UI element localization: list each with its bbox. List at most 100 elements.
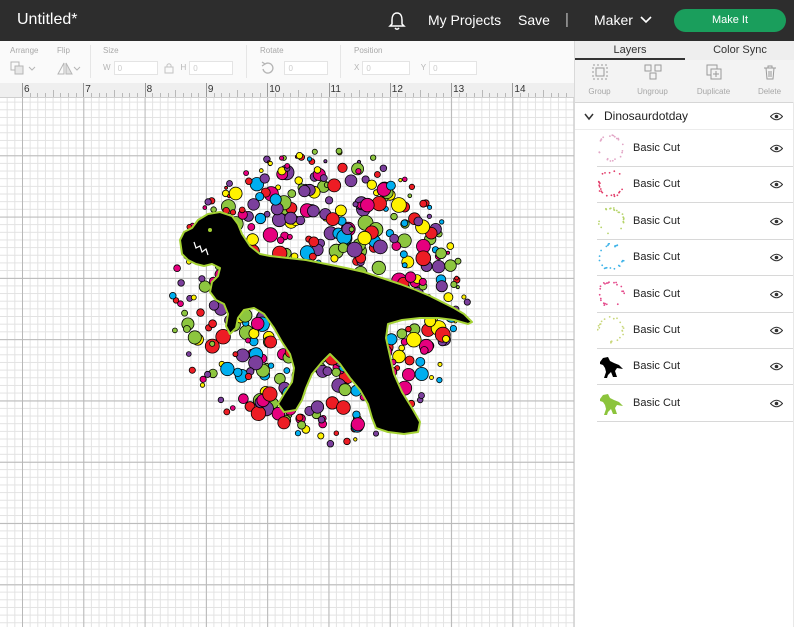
width-input[interactable]: 0	[113, 60, 158, 75]
layer-row[interactable]: Basic Cut	[597, 130, 794, 167]
rotate-input[interactable]: 0	[284, 60, 329, 75]
eye-icon[interactable]	[770, 144, 783, 153]
group-button[interactable]: Group	[577, 64, 622, 96]
ruler-minor-tick	[305, 93, 307, 97]
polka-dot	[208, 300, 220, 311]
layer-thumbnail-icon	[597, 170, 623, 198]
tab-color-sync[interactable]: Color Sync	[685, 41, 794, 60]
polka-dot	[437, 361, 443, 367]
polka-dot	[330, 254, 339, 263]
eye-icon[interactable]	[770, 362, 783, 371]
width-label: W	[103, 63, 111, 73]
eye-icon[interactable]	[770, 399, 783, 408]
bell-icon[interactable]	[388, 11, 406, 31]
layer-thumbnail-icon	[600, 357, 623, 379]
polka-dot	[238, 206, 246, 214]
ruler-minor-tick	[443, 93, 445, 97]
y-input[interactable]: 0	[429, 60, 478, 75]
polka-dot	[338, 383, 352, 397]
polka-dot	[187, 330, 202, 345]
layer-row[interactable]: Basic Cut	[597, 276, 794, 313]
ruler-minor-tick	[543, 90, 545, 97]
ruler-tick	[22, 83, 23, 97]
layer-row[interactable]: Basic Cut	[597, 348, 794, 386]
polka-dot	[297, 420, 307, 430]
tab-layers[interactable]: Layers	[575, 41, 685, 60]
eye-icon[interactable]	[770, 180, 783, 189]
ruler-minor-tick	[566, 93, 568, 97]
ruler-minor-tick	[481, 90, 483, 97]
layer-row[interactable]: Basic Cut	[597, 385, 794, 422]
polka-dot	[404, 355, 415, 366]
polka-dot	[254, 212, 267, 225]
polka-dot	[190, 294, 197, 301]
ungroup-button[interactable]: Ungroup	[630, 64, 675, 96]
polka-dot	[230, 405, 236, 411]
dinosaur-dot-design[interactable]	[150, 142, 490, 452]
lock-icon[interactable]	[163, 62, 175, 74]
polka-dot	[463, 298, 471, 306]
x-input[interactable]: 0	[362, 60, 411, 75]
layer-row[interactable]: Basic Cut	[597, 239, 794, 277]
delete-button[interactable]: Delete	[747, 64, 792, 96]
save-button[interactable]: Save	[518, 12, 550, 28]
polka-dot	[233, 367, 243, 377]
polka-dot	[295, 413, 304, 422]
eye-icon[interactable]	[770, 253, 783, 262]
polka-dot	[284, 211, 298, 225]
polka-dot	[325, 196, 334, 205]
layer-name: Basic Cut	[633, 142, 681, 154]
eye-icon[interactable]	[770, 290, 783, 299]
machine-selector[interactable]: Maker	[594, 12, 633, 28]
polka-dot	[344, 174, 358, 188]
position-group: Position X0 Y0	[354, 46, 478, 77]
eye-icon[interactable]	[770, 112, 783, 121]
arrange-icon[interactable]	[10, 61, 36, 75]
chevron-down-icon[interactable]	[584, 113, 594, 121]
polka-dot	[334, 204, 347, 217]
top-bar: Untitled* My Projects Save | Maker Make …	[0, 0, 794, 41]
polka-dot	[436, 377, 443, 384]
my-projects-link[interactable]: My Projects	[428, 12, 501, 28]
height-input[interactable]: 0	[189, 60, 234, 75]
design-canvas[interactable]	[0, 98, 574, 627]
layer-row[interactable]: Basic Cut	[597, 312, 794, 349]
polka-dot	[250, 316, 265, 331]
duplicate-button[interactable]: Duplicate	[691, 64, 736, 96]
flip-group: Flip	[57, 46, 81, 77]
polka-dot	[427, 204, 433, 210]
polka-dot	[173, 264, 181, 272]
polka-dot	[401, 262, 408, 269]
ruler-minor-tick	[121, 93, 123, 97]
ruler-minor-tick	[198, 93, 200, 97]
eye-icon[interactable]	[770, 217, 783, 226]
duplicate-icon	[706, 64, 721, 80]
layer-group-row[interactable]: Dinosaurdotday	[575, 103, 794, 130]
project-title[interactable]: Untitled*	[17, 11, 77, 29]
ruler-minor-tick	[90, 93, 92, 97]
flip-icon[interactable]	[57, 61, 81, 75]
polka-dot	[446, 242, 455, 250]
polka-dot	[269, 193, 282, 206]
chevron-down-icon[interactable]	[640, 15, 652, 25]
ruler-minor-tick	[420, 90, 422, 97]
ruler-tick	[451, 83, 453, 97]
polka-dot	[295, 152, 304, 160]
polka-dot	[404, 271, 417, 283]
layer-row[interactable]: Basic Cut	[597, 203, 794, 240]
ruler-minor-tick	[259, 93, 261, 97]
polka-dot	[276, 236, 285, 244]
make-it-button[interactable]: Make It	[674, 9, 786, 32]
polka-dot	[326, 440, 335, 448]
eye-icon[interactable]	[770, 326, 783, 335]
rotate-group: Rotate 0	[260, 46, 329, 77]
polka-dot	[199, 382, 206, 388]
ruler-minor-tick	[190, 93, 192, 97]
layer-name: Basic Cut	[633, 251, 681, 264]
polka-dot	[419, 199, 428, 208]
ruler-minor-tick	[175, 90, 177, 97]
polka-dot	[183, 325, 191, 333]
polka-dot	[331, 367, 341, 377]
layer-row[interactable]: Basic Cut	[597, 166, 794, 204]
edit-toolbar: Arrange Flip Size W0 H0 Rotate 0 Positio…	[0, 41, 574, 84]
